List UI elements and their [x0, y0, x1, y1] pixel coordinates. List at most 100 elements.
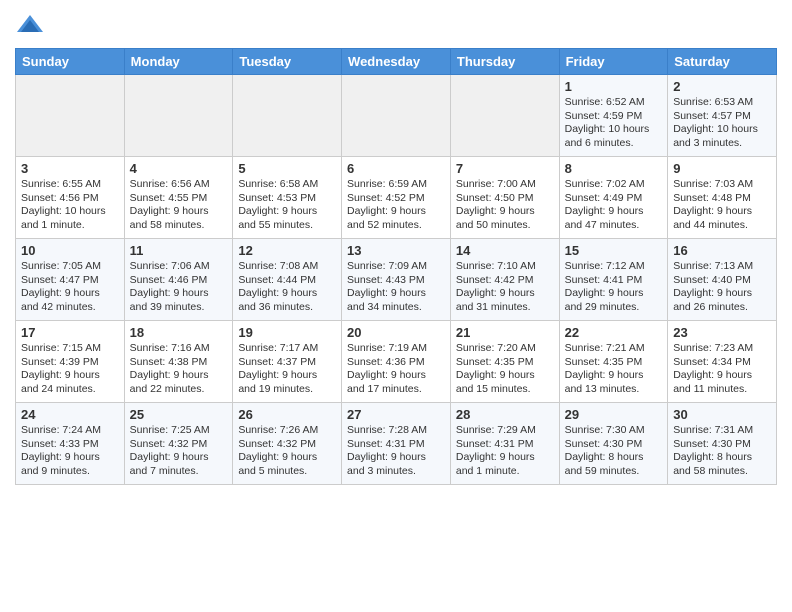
day-number: 29: [565, 407, 663, 422]
day-info: Sunrise: 7:21 AM: [565, 342, 663, 356]
day-info: Sunrise: 7:23 AM: [673, 342, 771, 356]
day-info: Sunrise: 7:10 AM: [456, 260, 554, 274]
day-info: Sunset: 4:38 PM: [130, 356, 228, 370]
day-cell: 18Sunrise: 7:16 AMSunset: 4:38 PMDayligh…: [124, 321, 233, 403]
day-cell: 14 Sunrise: 7:10 AMSunset: 4:42 PMDayligh…: [450, 239, 559, 321]
day-info: Sunset: 4:32 PM: [130, 438, 228, 452]
day-info: Sunrise: 7:28 AM: [347, 424, 445, 438]
week-row-1: 1Sunrise: 6:52 AMSunset: 4:59 PMDaylight…: [16, 75, 777, 157]
col-header-tuesday: Tuesday: [233, 49, 342, 75]
day-number: 5: [238, 161, 336, 176]
day-number: 12: [238, 243, 336, 258]
day-cell: 10Sunrise: 7:05 AMSunset: 4:47 PMDayligh…: [16, 239, 125, 321]
day-cell: 27Sunrise: 7:28 AMSunset: 4:31 PMDayligh…: [342, 403, 451, 485]
day-cell: [342, 75, 451, 157]
day-number: 24: [21, 407, 119, 422]
day-info: Daylight: 9 hours and 52 minutes.: [347, 205, 445, 232]
day-info: Sunset: 4:52 PM: [347, 192, 445, 206]
day-number: 14: [456, 243, 554, 258]
day-info: Daylight: 9 hours and 7 minutes.: [130, 451, 228, 478]
day-number: 21: [456, 325, 554, 340]
day-info: Sunrise: 7:03 AM: [673, 178, 771, 192]
day-cell: 15Sunrise: 7:12 AMSunset: 4:41 PMDayligh…: [559, 239, 668, 321]
day-info: Sunset: 4:48 PM: [673, 192, 771, 206]
day-info: Sunset: 4:53 PM: [238, 192, 336, 206]
day-info: Sunrise: 7:00 AM: [456, 178, 554, 192]
day-number: 15: [565, 243, 663, 258]
day-cell: 26Sunrise: 7:26 AMSunset: 4:32 PMDayligh…: [233, 403, 342, 485]
day-cell: [16, 75, 125, 157]
day-cell: 28Sunrise: 7:29 AMSunset: 4:31 PMDayligh…: [450, 403, 559, 485]
day-info: Daylight: 9 hours and 1 minute.: [456, 451, 554, 478]
col-header-thursday: Thursday: [450, 49, 559, 75]
day-info: Sunrise: 6:56 AM: [130, 178, 228, 192]
day-cell: 13Sunrise: 7:09 AMSunset: 4:43 PMDayligh…: [342, 239, 451, 321]
day-number: 28: [456, 407, 554, 422]
day-info: Sunrise: 6:53 AM: [673, 96, 771, 110]
day-info: Daylight: 9 hours and 34 minutes.: [347, 287, 445, 314]
col-header-wednesday: Wednesday: [342, 49, 451, 75]
day-info: Daylight: 9 hours and 47 minutes.: [565, 205, 663, 232]
day-cell: 5Sunrise: 6:58 AMSunset: 4:53 PMDaylight…: [233, 157, 342, 239]
day-info: Daylight: 9 hours and 15 minutes.: [456, 369, 554, 396]
day-info: Daylight: 9 hours and 13 minutes.: [565, 369, 663, 396]
day-info: Sunrise: 7:08 AM: [238, 260, 336, 274]
day-cell: 16Sunrise: 7:13 AMSunset: 4:40 PMDayligh…: [668, 239, 777, 321]
day-info: Daylight: 9 hours and 29 minutes.: [565, 287, 663, 314]
day-info: Sunset: 4:31 PM: [456, 438, 554, 452]
day-info: Sunrise: 7:24 AM: [21, 424, 119, 438]
day-info: Sunset: 4:47 PM: [21, 274, 119, 288]
day-info: Sunset: 4:50 PM: [456, 192, 554, 206]
day-number: 2: [673, 79, 771, 94]
day-info: Sunrise: 6:59 AM: [347, 178, 445, 192]
day-cell: 24Sunrise: 7:24 AMSunset: 4:33 PMDayligh…: [16, 403, 125, 485]
day-info: Sunrise: 7:09 AM: [347, 260, 445, 274]
day-info: Sunset: 4:40 PM: [673, 274, 771, 288]
day-info: Sunrise: 7:30 AM: [565, 424, 663, 438]
day-number: 11: [130, 243, 228, 258]
day-info: Daylight: 9 hours and 39 minutes.: [130, 287, 228, 314]
day-number: 17: [21, 325, 119, 340]
day-info: Sunrise: 6:52 AM: [565, 96, 663, 110]
day-info: Daylight: 9 hours and 3 minutes.: [347, 451, 445, 478]
day-info: Daylight: 9 hours and 5 minutes.: [238, 451, 336, 478]
day-info: Sunset: 4:34 PM: [673, 356, 771, 370]
col-header-sunday: Sunday: [16, 49, 125, 75]
calendar-table: SundayMondayTuesdayWednesdayThursdayFrid…: [15, 48, 777, 485]
day-info: Sunrise: 6:55 AM: [21, 178, 119, 192]
header-row: SundayMondayTuesdayWednesdayThursdayFrid…: [16, 49, 777, 75]
day-info: Sunrise: 7:25 AM: [130, 424, 228, 438]
day-info: Sunset: 4:42 PM: [456, 274, 554, 288]
day-info: Sunrise: 7:16 AM: [130, 342, 228, 356]
day-info: Sunset: 4:55 PM: [130, 192, 228, 206]
day-info: Sunset: 4:35 PM: [565, 356, 663, 370]
day-info: Daylight: 10 hours and 1 minute.: [21, 205, 119, 232]
day-info: Daylight: 9 hours and 55 minutes.: [238, 205, 336, 232]
day-info: Daylight: 9 hours and 31 minutes.: [456, 287, 554, 314]
day-info: Daylight: 9 hours and 22 minutes.: [130, 369, 228, 396]
day-info: Daylight: 9 hours and 17 minutes.: [347, 369, 445, 396]
day-info: Daylight: 9 hours and 9 minutes.: [21, 451, 119, 478]
day-info: Sunset: 4:49 PM: [565, 192, 663, 206]
header: [15, 10, 777, 40]
day-cell: 23Sunrise: 7:23 AMSunset: 4:34 PMDayligh…: [668, 321, 777, 403]
day-info: Sunrise: 7:31 AM: [673, 424, 771, 438]
day-info: Daylight: 9 hours and 24 minutes.: [21, 369, 119, 396]
day-number: 1: [565, 79, 663, 94]
day-number: 13: [347, 243, 445, 258]
day-cell: 17Sunrise: 7:15 AMSunset: 4:39 PMDayligh…: [16, 321, 125, 403]
day-cell: 12Sunrise: 7:08 AMSunset: 4:44 PMDayligh…: [233, 239, 342, 321]
day-number: 25: [130, 407, 228, 422]
day-cell: 20Sunrise: 7:19 AMSunset: 4:36 PMDayligh…: [342, 321, 451, 403]
day-info: Daylight: 10 hours and 6 minutes.: [565, 123, 663, 150]
day-cell: 8Sunrise: 7:02 AMSunset: 4:49 PMDaylight…: [559, 157, 668, 239]
col-header-saturday: Saturday: [668, 49, 777, 75]
day-info: Daylight: 10 hours and 3 minutes.: [673, 123, 771, 150]
day-info: Sunrise: 7:17 AM: [238, 342, 336, 356]
day-number: 20: [347, 325, 445, 340]
day-info: Daylight: 9 hours and 19 minutes.: [238, 369, 336, 396]
day-number: 4: [130, 161, 228, 176]
day-info: Daylight: 8 hours and 58 minutes.: [673, 451, 771, 478]
day-cell: 6Sunrise: 6:59 AMSunset: 4:52 PMDaylight…: [342, 157, 451, 239]
day-cell: 30Sunrise: 7:31 AMSunset: 4:30 PMDayligh…: [668, 403, 777, 485]
